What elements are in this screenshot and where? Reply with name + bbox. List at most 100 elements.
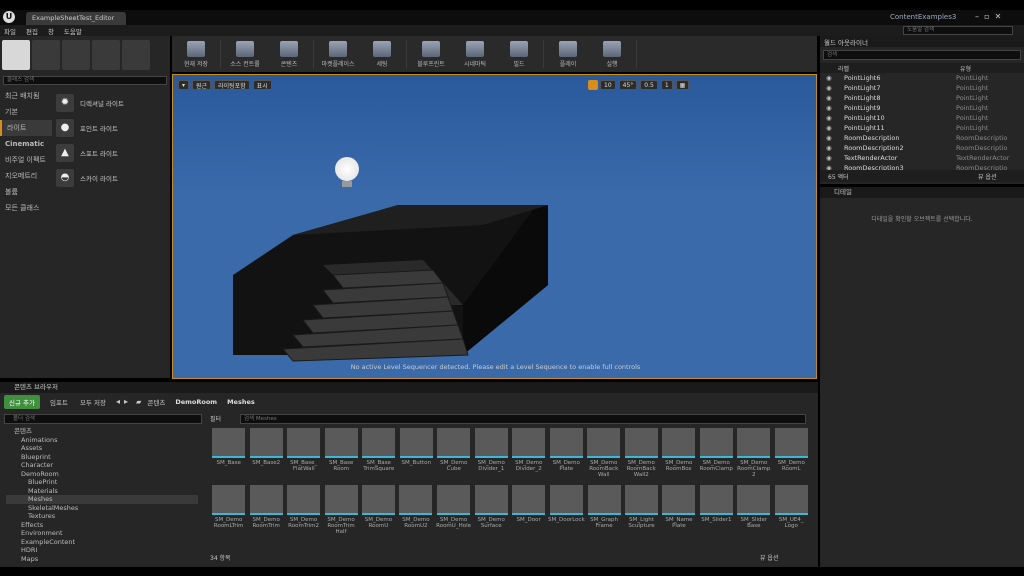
asset-tile[interactable]: SM_Demo RoomLTrim xyxy=(212,485,246,540)
toolbar-button[interactable]: 실행 xyxy=(590,38,634,70)
asset-tile[interactable]: SM_Demo RoomU_Hole xyxy=(436,485,471,540)
asset-tile[interactable]: SM_Slider Base xyxy=(737,485,771,540)
asset-tile[interactable]: SM_Demo RoomTrim xyxy=(249,485,283,540)
point-light-icon[interactable] xyxy=(335,157,359,187)
mode-category[interactable]: 지오메트리 xyxy=(0,168,52,184)
paint-mode-icon[interactable] xyxy=(32,40,60,70)
mode-category[interactable]: 라이트 xyxy=(0,120,52,136)
asset-tile[interactable]: SM_Demo RoomL xyxy=(774,428,809,483)
mode-category[interactable]: Cinematic xyxy=(0,136,52,152)
asset-tile[interactable]: SM_Demo RoomTrim Half xyxy=(324,485,358,540)
asset-tile[interactable]: SM_Demo RoomU xyxy=(361,485,395,540)
folder-tree-item[interactable]: Textures xyxy=(6,512,198,521)
menu-item[interactable]: 창 xyxy=(48,26,54,36)
folder-tree-item[interactable]: Character xyxy=(6,461,198,470)
mode-category[interactable]: 최근 배치됨 xyxy=(0,88,52,104)
folder-tree-item[interactable]: Effects xyxy=(6,521,198,530)
toolbar-button[interactable]: 현재 저장 xyxy=(174,38,218,70)
toolbar-button[interactable]: 세팅 xyxy=(360,38,404,70)
folder-tree-item[interactable]: DemoRoom xyxy=(6,470,198,479)
mode-category[interactable]: 볼륨 xyxy=(0,184,52,200)
asset-tile[interactable]: SM_Demo Surface xyxy=(474,485,508,540)
visibility-eye-icon[interactable]: ◉ xyxy=(826,143,844,153)
folder-tree-item[interactable]: Environment xyxy=(6,529,198,538)
geometry-mode-icon[interactable] xyxy=(122,40,150,70)
placeable-light-item[interactable]: ▲ 스포트 라이트 xyxy=(52,140,168,165)
visibility-eye-icon[interactable]: ◉ xyxy=(826,73,844,83)
breadcrumb-demoroom[interactable]: DemoRoom xyxy=(175,398,217,406)
asset-tile[interactable]: SM_Demo RoomTrim2 xyxy=(286,485,321,540)
add-new-button[interactable]: 신규 추가 xyxy=(4,394,40,409)
outliner-row[interactable]: ◉ PointLight9 PointLight xyxy=(820,103,1024,113)
menu-item[interactable]: 도움말 xyxy=(64,26,82,36)
asset-tile[interactable]: SM_Demo Divider_2 xyxy=(512,428,547,483)
folder-tree-item[interactable]: Blueprint xyxy=(6,453,198,462)
asset-tile[interactable]: SM_Name Plate xyxy=(662,485,696,540)
asset-tile[interactable]: SM_Base_ FlatWall xyxy=(287,428,322,483)
outliner-row[interactable]: ◉ PointLight6 PointLight xyxy=(820,73,1024,83)
breadcrumb-root[interactable]: 콘텐츠 xyxy=(147,397,165,407)
folder-tree-item[interactable]: Assets xyxy=(6,444,198,453)
outliner-row[interactable]: ◉ RoomDescription2 RoomDescriptio xyxy=(820,143,1024,153)
asset-tile[interactable]: SM_Demo RoomClamp 2 xyxy=(737,428,772,483)
outliner-row[interactable]: ◉ PointLight7 PointLight xyxy=(820,83,1024,93)
folder-search-input[interactable]: 폴더 검색 xyxy=(4,414,202,424)
asset-tile[interactable]: SM_Demo RoomBack Wall xyxy=(587,428,622,483)
asset-tile[interactable]: SM_Base xyxy=(212,428,247,483)
asset-search-input[interactable]: 검색 Meshes xyxy=(240,414,806,424)
class-search-input[interactable]: 클래스 검색 xyxy=(3,76,167,85)
outliner-col-label[interactable]: 라벨 xyxy=(838,64,960,73)
asset-tile[interactable]: SM_Demo RoomBox xyxy=(662,428,697,483)
asset-tile[interactable]: SM_Light Sculpture xyxy=(624,485,659,540)
window-controls[interactable]: – ▫ ✕ xyxy=(975,12,1001,21)
visibility-eye-icon[interactable]: ◉ xyxy=(826,133,844,143)
foliage-mode-icon[interactable] xyxy=(92,40,120,70)
mode-category[interactable]: 모든 클래스 xyxy=(0,200,52,216)
asset-tile[interactable]: SM_Demo RoomClamp xyxy=(699,428,734,483)
asset-tile[interactable]: SM_Base2 xyxy=(249,428,284,483)
outliner-row[interactable]: ◉ TextRenderActor TextRenderActor xyxy=(820,153,1024,163)
outliner-view-options[interactable]: 뷰 옵션 xyxy=(978,172,996,181)
toolbar-button[interactable]: 마켓플레이스 xyxy=(316,38,360,70)
asset-tile[interactable]: SM_Demo RoomBack Wall2 xyxy=(624,428,659,483)
folder-tree-item[interactable]: Meshes xyxy=(6,495,198,504)
filter-button[interactable]: 필터 xyxy=(210,414,221,423)
folder-tree-item[interactable]: 콘텐츠 xyxy=(6,427,198,436)
forward-arrow-icon[interactable]: ▸ xyxy=(124,397,128,406)
menu-item[interactable]: 파일 xyxy=(4,26,16,36)
outliner-row[interactable]: ◉ PointLight10 PointLight xyxy=(820,113,1024,123)
asset-tile[interactable]: SM_Demo RoomU2 xyxy=(399,485,433,540)
outliner-row[interactable]: ◉ PointLight8 PointLight xyxy=(820,93,1024,103)
viewport[interactable]: ▾ 원근 라이팅포함 표시 10 45° 0.5 1 ▦ No active L… xyxy=(172,74,817,379)
mode-category[interactable]: 비주얼 이펙트 xyxy=(0,152,52,168)
outliner-row[interactable]: ◉ PointLight11 PointLight xyxy=(820,123,1024,133)
menu-item[interactable]: 편집 xyxy=(26,26,38,36)
asset-tile[interactable]: SM_Base Room xyxy=(324,428,359,483)
visibility-eye-icon[interactable]: ◉ xyxy=(826,123,844,133)
toolbar-button[interactable]: 플레이 xyxy=(546,38,590,70)
toolbar-button[interactable]: 시네마틱 xyxy=(453,38,497,70)
save-all-button[interactable]: 모두 저장 xyxy=(76,395,110,409)
folder-tree-item[interactable]: BluePrint xyxy=(6,478,198,487)
back-arrow-icon[interactable]: ◂ xyxy=(116,397,120,406)
asset-tile[interactable]: SM_Door xyxy=(511,485,546,540)
document-tab[interactable]: ExampleSheetTest_Editor xyxy=(26,12,126,25)
placeable-light-item[interactable]: ◓ 스카이 라이트 xyxy=(52,165,168,190)
folder-tree-item[interactable]: ExampleContent xyxy=(6,538,198,547)
outliner-search-input[interactable]: 검색 xyxy=(823,50,1021,60)
placeable-light-item[interactable]: ● 포인트 라이트 xyxy=(52,115,168,140)
toolbar-button[interactable]: 소스 컨트롤 xyxy=(223,38,267,70)
asset-tile[interactable]: SM_Graph Frame xyxy=(587,485,621,540)
import-button[interactable]: 임포트 xyxy=(46,395,72,409)
asset-tile[interactable]: SM_Demo Plate xyxy=(549,428,584,483)
visibility-eye-icon[interactable]: ◉ xyxy=(826,113,844,123)
visibility-eye-icon[interactable]: ◉ xyxy=(826,153,844,163)
toolbar-button[interactable]: 빌드 xyxy=(497,38,541,70)
breadcrumb-meshes[interactable]: Meshes xyxy=(227,398,255,406)
visibility-eye-icon[interactable]: ◉ xyxy=(826,83,844,93)
asset-tile[interactable]: SM_Demo Cube xyxy=(437,428,472,483)
place-mode-icon[interactable] xyxy=(2,40,30,70)
asset-tile[interactable]: SM_Slider1 xyxy=(699,485,733,540)
visibility-eye-icon[interactable]: ◉ xyxy=(826,93,844,103)
help-search-input[interactable]: 도움말 검색 xyxy=(903,26,1013,35)
